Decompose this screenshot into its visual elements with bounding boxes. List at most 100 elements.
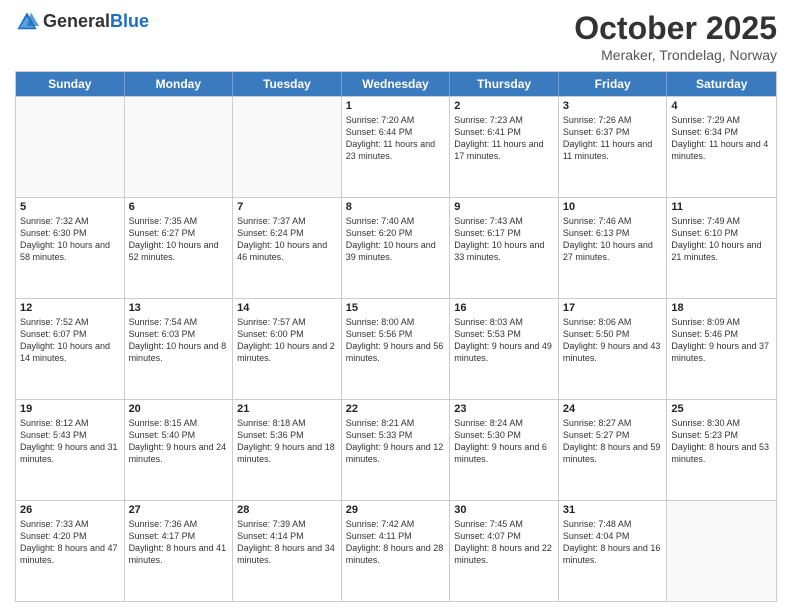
day-header-thursday: Thursday (450, 72, 559, 96)
day-number: 27 (129, 504, 229, 516)
day-number: 5 (20, 201, 120, 213)
cell-content: Sunrise: 7:29 AMSunset: 6:34 PMDaylight:… (671, 114, 772, 163)
cell-content: Sunrise: 8:09 AMSunset: 5:46 PMDaylight:… (671, 316, 772, 365)
day-number: 2 (454, 100, 554, 112)
cell-content: Sunrise: 7:57 AMSunset: 6:00 PMDaylight:… (237, 316, 337, 365)
title-area: October 2025 Meraker, Trondelag, Norway (574, 10, 777, 63)
day-number: 4 (671, 100, 772, 112)
day-cell-25: 25 Sunrise: 8:30 AMSunset: 5:23 PMDayligh… (667, 400, 776, 500)
day-number: 13 (129, 302, 229, 314)
empty-cell (233, 97, 342, 197)
month-title: October 2025 (574, 10, 777, 47)
calendar-row-4: 19 Sunrise: 8:12 AMSunset: 5:43 PMDayligh… (16, 399, 776, 500)
calendar-body: 1Sunrise: 7:20 AMSunset: 6:44 PMDaylight… (16, 96, 776, 601)
day-number: 3 (563, 100, 663, 112)
day-cell-31: 31 Sunrise: 7:48 AMSunset: 4:04 PMDayligh… (559, 501, 668, 601)
day-number: 17 (563, 302, 663, 314)
calendar-row-3: 12 Sunrise: 7:52 AMSunset: 6:07 PMDayligh… (16, 298, 776, 399)
cell-content: Sunrise: 8:24 AMSunset: 5:30 PMDaylight:… (454, 417, 554, 466)
day-number: 18 (671, 302, 772, 314)
day-cell-6: 6 Sunrise: 7:35 AMSunset: 6:27 PMDaylight… (125, 198, 234, 298)
day-cell-14: 14 Sunrise: 7:57 AMSunset: 6:00 PMDayligh… (233, 299, 342, 399)
cell-content: Sunrise: 8:21 AMSunset: 5:33 PMDaylight:… (346, 417, 446, 466)
page: GeneralBlue October 2025 Meraker, Tronde… (0, 0, 792, 612)
day-cell-3: 3 Sunrise: 7:26 AMSunset: 6:37 PMDaylight… (559, 97, 668, 197)
cell-content: Sunrise: 7:36 AMSunset: 4:17 PMDaylight:… (129, 518, 229, 567)
cell-content: Sunrise: 7:48 AMSunset: 4:04 PMDaylight:… (563, 518, 663, 567)
day-header-tuesday: Tuesday (233, 72, 342, 96)
day-number: 21 (237, 403, 337, 415)
day-number: 30 (454, 504, 554, 516)
day-number: 26 (20, 504, 120, 516)
cell-content: Sunrise: 8:15 AMSunset: 5:40 PMDaylight:… (129, 417, 229, 466)
cell-content: Sunrise: 8:12 AMSunset: 5:43 PMDaylight:… (20, 417, 120, 466)
calendar-row-5: 26 Sunrise: 7:33 AMSunset: 4:20 PMDayligh… (16, 500, 776, 601)
cell-content: Sunrise: 7:35 AMSunset: 6:27 PMDaylight:… (129, 215, 229, 264)
day-number: 28 (237, 504, 337, 516)
logo-blue-text: Blue (110, 11, 149, 31)
day-header-monday: Monday (125, 72, 234, 96)
day-cell-29: 29Sunrise: 7:42 AMSunset: 4:11 PMDayligh… (342, 501, 451, 601)
cell-content: Sunrise: 7:26 AMSunset: 6:37 PMDaylight:… (563, 114, 663, 163)
cell-content: Sunrise: 8:00 AMSunset: 5:56 PMDaylight:… (346, 316, 446, 365)
day-cell-7: 7 Sunrise: 7:37 AMSunset: 6:24 PMDaylight… (233, 198, 342, 298)
cell-content: Sunrise: 7:46 AMSunset: 6:13 PMDaylight:… (563, 215, 663, 264)
calendar-row-2: 5 Sunrise: 7:32 AMSunset: 6:30 PMDaylight… (16, 197, 776, 298)
day-cell-21: 21Sunrise: 8:18 AMSunset: 5:36 PMDayligh… (233, 400, 342, 500)
day-cell-26: 26 Sunrise: 7:33 AMSunset: 4:20 PMDayligh… (16, 501, 125, 601)
cell-content: Sunrise: 7:33 AMSunset: 4:20 PMDaylight:… (20, 518, 120, 567)
day-cell-9: 9Sunrise: 7:43 AMSunset: 6:17 PMDaylight… (450, 198, 559, 298)
day-number: 25 (671, 403, 772, 415)
empty-cell (125, 97, 234, 197)
day-cell-16: 16Sunrise: 8:03 AMSunset: 5:53 PMDayligh… (450, 299, 559, 399)
cell-content: Sunrise: 7:40 AMSunset: 6:20 PMDaylight:… (346, 215, 446, 264)
day-number: 19 (20, 403, 120, 415)
day-number: 11 (671, 201, 772, 213)
empty-cell (16, 97, 125, 197)
day-cell-19: 19 Sunrise: 8:12 AMSunset: 5:43 PMDayligh… (16, 400, 125, 500)
day-number: 7 (237, 201, 337, 213)
day-number: 14 (237, 302, 337, 314)
day-number: 22 (346, 403, 446, 415)
cell-content: Sunrise: 7:54 AMSunset: 6:03 PMDaylight:… (129, 316, 229, 365)
day-cell-10: 10 Sunrise: 7:46 AMSunset: 6:13 PMDayligh… (559, 198, 668, 298)
cell-content: Sunrise: 7:32 AMSunset: 6:30 PMDaylight:… (20, 215, 120, 264)
day-cell-15: 15 Sunrise: 8:00 AMSunset: 5:56 PMDayligh… (342, 299, 451, 399)
day-cell-18: 18 Sunrise: 8:09 AMSunset: 5:46 PMDayligh… (667, 299, 776, 399)
day-cell-11: 11 Sunrise: 7:49 AMSunset: 6:10 PMDayligh… (667, 198, 776, 298)
cell-content: Sunrise: 7:37 AMSunset: 6:24 PMDaylight:… (237, 215, 337, 264)
day-cell-2: 2Sunrise: 7:23 AMSunset: 6:41 PMDaylight… (450, 97, 559, 197)
logo-general-text: General (43, 11, 110, 31)
cell-content: Sunrise: 7:20 AMSunset: 6:44 PMDaylight:… (346, 114, 446, 163)
day-cell-30: 30Sunrise: 7:45 AMSunset: 4:07 PMDayligh… (450, 501, 559, 601)
day-number: 6 (129, 201, 229, 213)
location: Meraker, Trondelag, Norway (574, 47, 777, 63)
day-number: 10 (563, 201, 663, 213)
header: GeneralBlue October 2025 Meraker, Tronde… (15, 10, 777, 63)
day-number: 31 (563, 504, 663, 516)
empty-cell (667, 501, 776, 601)
day-header-wednesday: Wednesday (342, 72, 451, 96)
day-cell-12: 12 Sunrise: 7:52 AMSunset: 6:07 PMDayligh… (16, 299, 125, 399)
day-number: 9 (454, 201, 554, 213)
day-cell-17: 17Sunrise: 8:06 AMSunset: 5:50 PMDayligh… (559, 299, 668, 399)
cell-content: Sunrise: 7:49 AMSunset: 6:10 PMDaylight:… (671, 215, 772, 264)
day-number: 12 (20, 302, 120, 314)
day-cell-24: 24Sunrise: 8:27 AMSunset: 5:27 PMDayligh… (559, 400, 668, 500)
cell-content: Sunrise: 7:52 AMSunset: 6:07 PMDaylight:… (20, 316, 120, 365)
cell-content: Sunrise: 8:30 AMSunset: 5:23 PMDaylight:… (671, 417, 772, 466)
day-cell-20: 20Sunrise: 8:15 AMSunset: 5:40 PMDayligh… (125, 400, 234, 500)
day-number: 29 (346, 504, 446, 516)
day-number: 23 (454, 403, 554, 415)
logo: GeneralBlue (15, 10, 149, 34)
calendar: SundayMondayTuesdayWednesdayThursdayFrid… (15, 71, 777, 602)
day-number: 16 (454, 302, 554, 314)
day-header-friday: Friday (559, 72, 668, 96)
day-cell-28: 28Sunrise: 7:39 AMSunset: 4:14 PMDayligh… (233, 501, 342, 601)
calendar-header: SundayMondayTuesdayWednesdayThursdayFrid… (16, 72, 776, 96)
day-cell-5: 5 Sunrise: 7:32 AMSunset: 6:30 PMDaylight… (16, 198, 125, 298)
cell-content: Sunrise: 8:27 AMSunset: 5:27 PMDaylight:… (563, 417, 663, 466)
day-number: 15 (346, 302, 446, 314)
day-cell-23: 23 Sunrise: 8:24 AMSunset: 5:30 PMDayligh… (450, 400, 559, 500)
day-cell-13: 13 Sunrise: 7:54 AMSunset: 6:03 PMDayligh… (125, 299, 234, 399)
